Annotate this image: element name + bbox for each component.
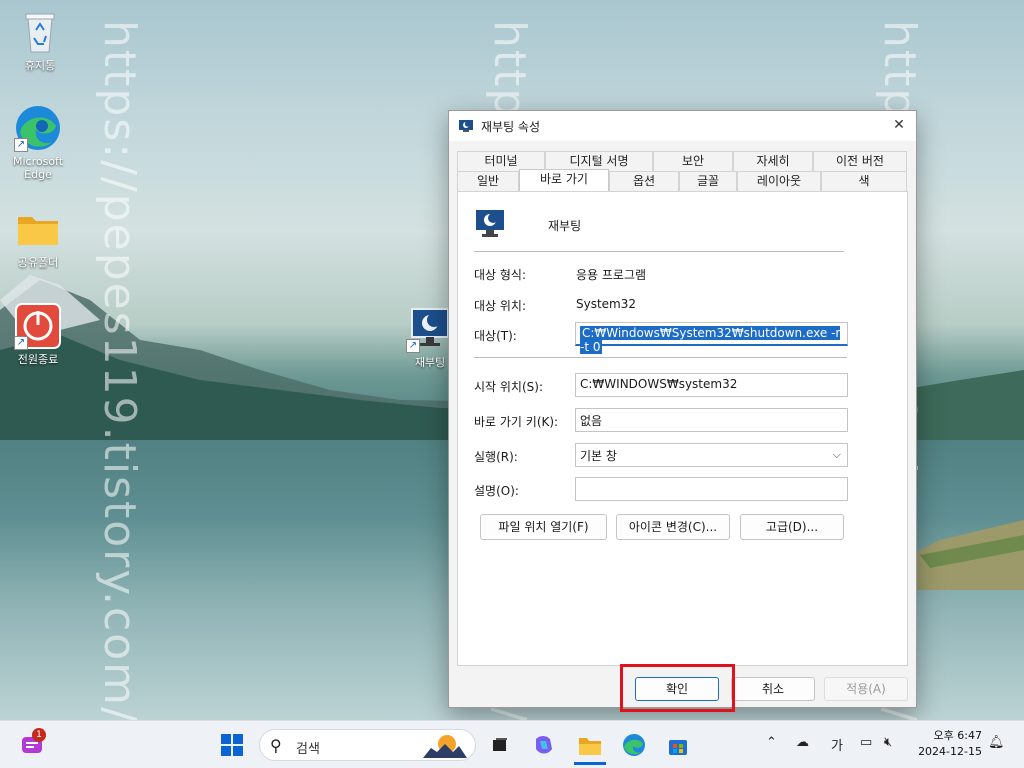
folder-icon	[14, 205, 62, 253]
task-view-button[interactable]	[484, 729, 516, 761]
tab-colors[interactable]: 색	[821, 171, 907, 191]
dialog-title: 재부팅 속성	[481, 120, 541, 134]
monitor-moon-icon: ↗	[406, 305, 454, 353]
close-button[interactable]: ✕	[882, 111, 916, 139]
taskbar: ⚲ 검색 ⌃ ☁ 가 ▭ 🔇︎ 오후 6:47 2024-12-15 🔔︎	[0, 720, 1024, 768]
task-view-icon	[493, 738, 507, 751]
clock-time: 오후 6:47	[933, 729, 982, 742]
network-icon[interactable]: ▭	[860, 735, 872, 750]
search-icon: ⚲	[270, 736, 282, 755]
tab-font[interactable]: 글꼴	[679, 171, 737, 191]
run-select-value: 기본 창	[580, 449, 617, 463]
tab-shortcut[interactable]: 바로 가기	[519, 169, 609, 191]
store-icon	[669, 740, 687, 755]
folder-icon	[579, 737, 601, 755]
tab-digital-signature[interactable]: 디지털 서명	[545, 151, 653, 171]
volume-muted-icon[interactable]: 🔇︎	[884, 735, 892, 750]
tab-previous-versions[interactable]: 이전 버전	[813, 151, 907, 171]
desktop-icon-label: Microsoft Edge	[12, 155, 64, 181]
copilot-button[interactable]	[528, 729, 560, 761]
desktop-icon-label: 공유폴더	[17, 256, 59, 269]
tab-layout[interactable]: 레이아웃	[737, 171, 821, 191]
shortcut-tab-panel: 재부팅 대상 형식: 응용 프로그램 대상 위치: System32 대상(T)…	[457, 191, 908, 666]
tab-details[interactable]: 자세히	[733, 151, 813, 171]
shortcut-arrow-icon: ↗	[14, 138, 28, 152]
monitor-moon-icon	[459, 120, 473, 132]
target-input-value: C:₩Windows₩System32₩shutdown.exe -r -t 0	[580, 326, 841, 354]
tab-row-2: 일반 바로 가기 옵션 글꼴 레이아웃 색	[457, 169, 907, 191]
change-icon-button[interactable]: 아이콘 변경(C)...	[616, 514, 730, 540]
taskbar-search[interactable]: ⚲ 검색	[259, 729, 476, 761]
desktop-icon-edge[interactable]: ↗ Microsoft Edge	[8, 104, 68, 181]
shortcut-arrow-icon: ↗	[406, 339, 420, 353]
edge-icon: ↗	[14, 104, 62, 152]
target-location-label: 대상 위치:	[474, 299, 527, 313]
chevron-down-icon: ⌵	[832, 448, 841, 461]
divider	[474, 357, 847, 358]
divider	[474, 251, 844, 252]
notification-bell-icon[interactable]: 🔔︎	[988, 735, 1005, 750]
advanced-button[interactable]: 고급(D)...	[740, 514, 844, 540]
desktop-icon-recycle-bin[interactable]: 휴지통	[10, 8, 70, 72]
run-select[interactable]: 기본 창 ⌵	[575, 443, 848, 467]
desktop-icon-label: 전원종료	[17, 353, 59, 366]
power-icon: ↗	[14, 302, 62, 350]
tab-strip: 터미널 디지털 서명 보안 자세히 이전 버전 일반 바로 가기 옵션 글꼴 레…	[457, 151, 907, 191]
start-in-input[interactable]: C:₩WINDOWS₩system32	[575, 373, 848, 397]
desktop-icon-shared-folder[interactable]: 공유폴더	[8, 205, 68, 269]
edge-button[interactable]	[618, 729, 650, 761]
ok-button-highlight	[620, 664, 735, 712]
comment-input[interactable]	[575, 477, 848, 501]
tab-row-1: 터미널 디지털 서명 보안 자세히 이전 버전	[457, 151, 907, 171]
shortcut-key-label: 바로 가기 키(K):	[474, 415, 559, 429]
shortcut-name: 재부팅	[548, 219, 582, 233]
tab-options[interactable]: 옵션	[609, 171, 679, 191]
desktop-icon-label: 휴지통	[24, 59, 56, 72]
target-type-label: 대상 형식:	[474, 268, 527, 282]
target-location-value: System32	[576, 297, 637, 311]
clock-date: 2024-12-15	[918, 745, 982, 758]
tab-terminal[interactable]: 터미널	[457, 151, 545, 171]
tab-general[interactable]: 일반	[457, 171, 519, 191]
system-clock[interactable]: 오후 6:47 2024-12-15	[914, 728, 982, 760]
target-type-value: 응용 프로그램	[576, 268, 647, 282]
properties-dialog: 재부팅 속성 ✕ 터미널 디지털 서명 보안 자세히 이전 버전 일반 바로 가…	[448, 110, 917, 708]
start-button[interactable]	[216, 729, 248, 761]
search-highlight-icon	[423, 735, 467, 758]
shortcut-key-input[interactable]: 없음	[575, 408, 848, 432]
chevron-up-icon[interactable]: ⌃	[766, 735, 777, 750]
windows-logo-icon	[221, 734, 243, 756]
open-file-location-button[interactable]: 파일 위치 열기(F)	[480, 514, 607, 540]
ime-indicator[interactable]: 가	[831, 735, 843, 754]
cancel-button[interactable]: 취소	[731, 677, 815, 701]
store-button[interactable]	[662, 729, 694, 761]
search-input: 검색	[296, 742, 320, 757]
notification-badge: 1	[32, 728, 46, 742]
shortcut-arrow-icon: ↗	[14, 336, 28, 350]
dialog-titlebar[interactable]: 재부팅 속성 ✕	[449, 111, 916, 141]
desktop-icon-power-off[interactable]: ↗ 전원종료	[8, 302, 68, 366]
edge-icon	[623, 734, 645, 756]
copilot-icon	[536, 736, 552, 754]
apply-button[interactable]: 적용(A)	[824, 677, 908, 701]
start-in-label: 시작 위치(S):	[474, 380, 543, 394]
monitor-moon-icon	[476, 210, 504, 237]
onedrive-icon[interactable]: ☁	[796, 735, 809, 750]
tab-security[interactable]: 보안	[653, 151, 733, 171]
target-input[interactable]: C:₩Windows₩System32₩shutdown.exe -r -t 0	[575, 322, 848, 354]
watermark: https://pepes119.tistory.com/	[94, 20, 145, 720]
file-explorer-button[interactable]	[574, 729, 606, 765]
target-label: 대상(T):	[474, 329, 517, 343]
comment-label: 설명(O):	[474, 484, 519, 498]
run-label: 실행(R):	[474, 450, 518, 464]
recycle-bin-icon	[16, 8, 64, 56]
